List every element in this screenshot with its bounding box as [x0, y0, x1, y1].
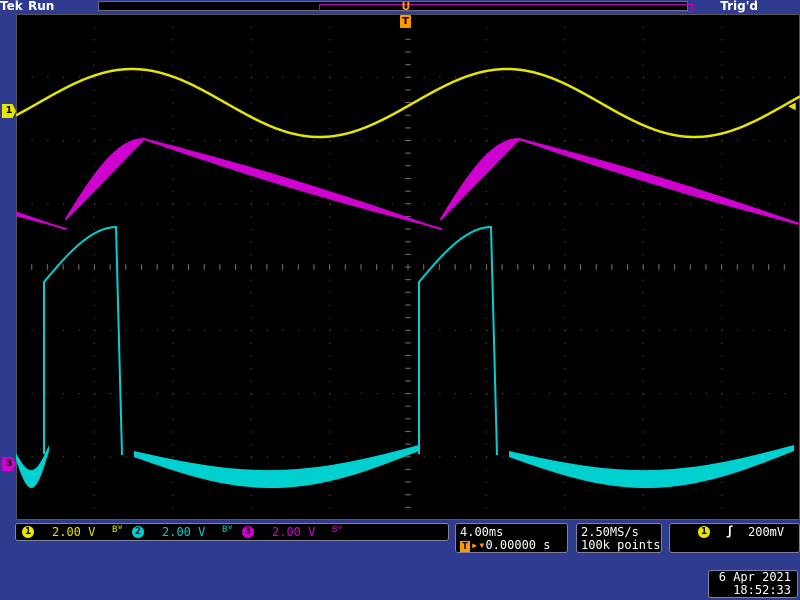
- trigger-top-icon: U: [399, 0, 413, 14]
- record-length: 100k points: [581, 538, 661, 552]
- ch3-badge[interactable]: 3: [242, 526, 254, 538]
- trigger-position-readout: T ▸▾0.00000 s: [460, 538, 550, 552]
- waveform-display[interactable]: [16, 14, 800, 520]
- trigger-top-label: U: [401, 0, 411, 13]
- record-view-bar: [98, 1, 693, 12]
- ch3-scale[interactable]: 2.00 V: [272, 525, 315, 539]
- trigger-badge-icon: T: [460, 541, 470, 552]
- ch1-bandwidth-icon: Bᵂ: [112, 525, 123, 535]
- time: 18:52:33: [733, 583, 791, 597]
- trigger-position-icon[interactable]: T: [400, 15, 411, 28]
- channel-readout: 1 2.00 V Bᵂ 2 2.00 V Bᵂ 3 2.00 V Bᵂ: [15, 523, 449, 541]
- ch3-trace-cycle-2: [440, 138, 800, 226]
- time-per-div: 4.00ms: [460, 525, 504, 539]
- ch2-trace-band-2: [509, 445, 794, 489]
- ch1-scale[interactable]: 2.00 V: [52, 525, 95, 539]
- ch3-ground-marker[interactable]: 3: [2, 457, 16, 471]
- trigger-level: 200mV: [748, 525, 785, 539]
- graticule-center-ticks: [16, 14, 800, 520]
- trigger-arrow-icon: ▸▾: [471, 538, 486, 552]
- date-time-readout: 6 Apr 2021 18:52:33: [708, 570, 798, 598]
- ch3-bandwidth-icon: Bᵂ: [332, 525, 343, 535]
- trigger-status: Trig'd: [720, 0, 758, 13]
- sample-rate: 2.50MS/s: [581, 525, 639, 539]
- ch2-badge[interactable]: 2: [132, 526, 144, 538]
- trigger-source-badge: 1: [698, 526, 710, 538]
- brand-label: Tek: [0, 0, 23, 13]
- ch2-trace-pulse-1: [43, 225, 123, 456]
- trigger-readout[interactable]: 1 ʃ 200mV: [669, 523, 800, 553]
- trigger-position-value: 0.00000 s: [485, 538, 551, 552]
- acquisition-state[interactable]: Run: [28, 0, 54, 13]
- ch2-bandwidth-icon: Bᵂ: [222, 525, 233, 535]
- ch3-trace-cycle-1: [65, 138, 442, 230]
- acquisition-readout[interactable]: 2.50MS/s 100k points: [576, 523, 662, 553]
- ch2-scale[interactable]: 2.00 V: [162, 525, 205, 539]
- ch2-trace-pulse-2: [418, 225, 498, 456]
- ch3-trace-cycle-0: [16, 211, 67, 230]
- trigger-level-arrow-icon[interactable]: ◀: [788, 101, 796, 113]
- ch1-ground-marker[interactable]: 1: [2, 104, 16, 118]
- ch2-trace-band-1: [134, 445, 419, 489]
- ch1-badge[interactable]: 1: [22, 526, 34, 538]
- rising-edge-icon: ʃ: [726, 524, 734, 538]
- horizontal-readout[interactable]: 4.00ms T ▸▾0.00000 s: [455, 523, 568, 553]
- waveform-svg: [16, 14, 800, 520]
- record-window-indicator: [319, 4, 693, 12]
